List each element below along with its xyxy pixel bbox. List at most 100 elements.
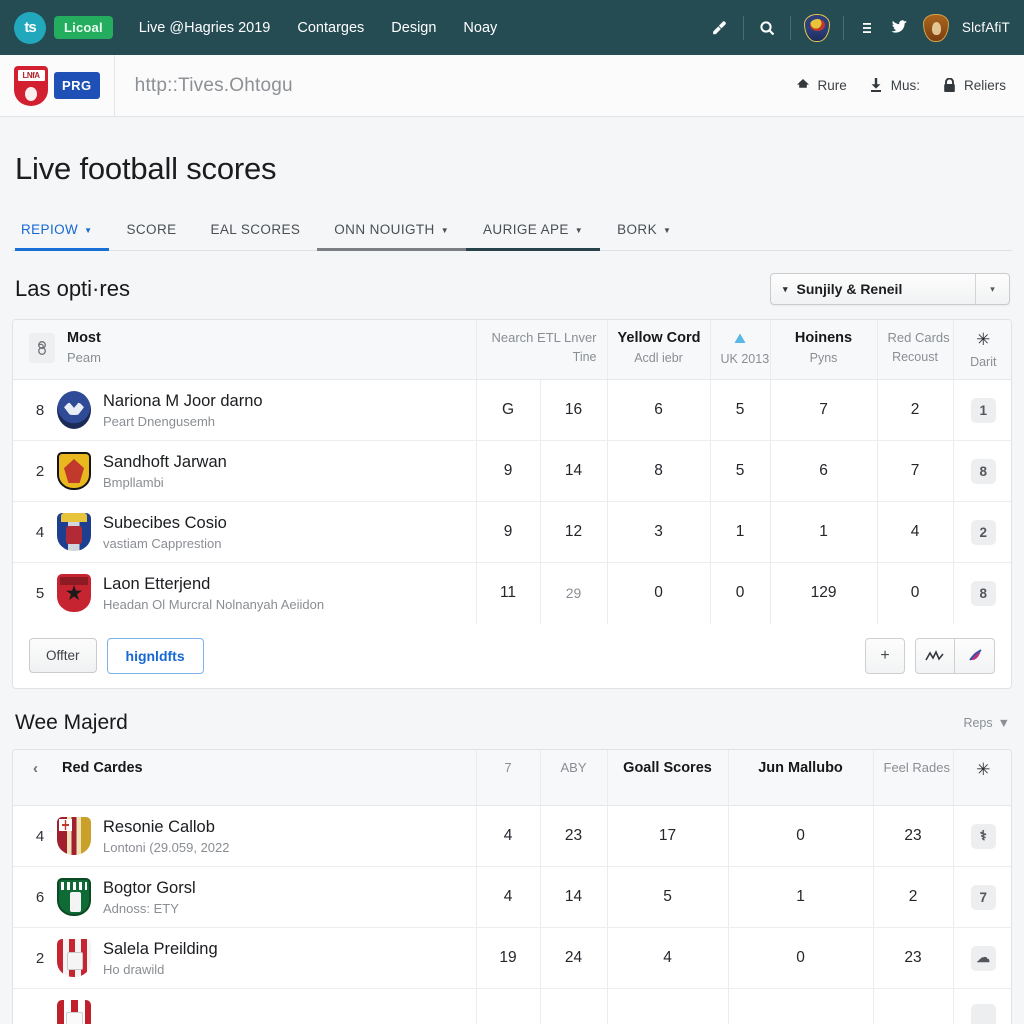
table-row[interactable]: 2 Salela Preilding Ho drawild 19 24 4 0 …: [13, 927, 1011, 989]
section1-col-4[interactable]: Hoinens Pyns: [770, 320, 878, 380]
shield-logo-icon[interactable]: LNfA: [14, 65, 48, 106]
section2-col-2[interactable]: ABY: [540, 749, 608, 806]
url-action-lock[interactable]: Reliers: [942, 78, 1006, 93]
table-row[interactable]: 5 Laon Etterjend Headan Ol Murcral Nolna…: [13, 562, 1011, 624]
section1-col-1-line2: Tine: [572, 350, 597, 364]
section2-col-team[interactable]: ‹ Red Cardes: [13, 749, 477, 806]
nav-divider-3: [842, 15, 844, 40]
dropdown-toggle-icon[interactable]: ▾: [975, 274, 1009, 304]
section2-table: ‹ Red Cardes 7 ABY Goall Scores Jun Mall…: [13, 749, 1011, 1024]
row-value-4: 6: [770, 440, 878, 502]
row-value-4: 2: [873, 866, 954, 928]
footer-icon-group: [915, 637, 995, 674]
chevron-left-icon[interactable]: ‹: [33, 760, 38, 777]
section2-col-4[interactable]: Jun Mallubo: [728, 749, 874, 806]
offter-button[interactable]: Offter: [29, 638, 97, 673]
section2-col-3[interactable]: Goall Scores: [607, 749, 729, 806]
prg-logo-badge[interactable]: PRG: [54, 72, 100, 99]
tab-aurige-ape[interactable]: AURIGE APE ▼: [466, 209, 601, 251]
row-value-1: 14: [540, 866, 608, 928]
row-rank: 8: [35, 401, 45, 419]
row-pill[interactable]: 7: [970, 884, 996, 910]
url-action-lock-label: Reliers: [963, 78, 1006, 93]
row-value-1: 16: [540, 379, 608, 441]
row-value-2: 5: [607, 866, 729, 928]
nav-link-1[interactable]: Contarges: [297, 20, 364, 36]
section2-col-1[interactable]: 7: [476, 749, 541, 806]
brand-logo[interactable]: ts Licoal: [14, 11, 113, 44]
section1-col-5[interactable]: Red Cards Recoust: [877, 320, 954, 380]
section1-card-footer: Offter hignldfts +: [13, 623, 1011, 688]
twitter-icon[interactable]: [890, 18, 910, 38]
table-row[interactable]: 4 Resonie Callob Lontoni (29.059, 2022 4…: [13, 805, 1011, 867]
row-pill[interactable]: [970, 1004, 996, 1024]
tab-bork[interactable]: BORK ▼: [600, 209, 688, 250]
url-action-download[interactable]: Mus:: [869, 78, 920, 93]
url-actions: Rure Mus: Reliers: [795, 78, 1024, 93]
section1-col-1-line1: Nearch ETL Lnver: [491, 330, 597, 345]
section1-col-6[interactable]: ✳ Darit: [953, 320, 1011, 380]
tab-eal-scores[interactable]: EAL SCORES: [194, 209, 318, 250]
section2-col-5-label: Feel Rades: [883, 759, 950, 775]
tab-onn-nouigth-label: ONN NOUIGTH: [334, 222, 435, 237]
tab-score[interactable]: SCORE: [109, 209, 193, 250]
url-action-download-label: Mus:: [890, 78, 920, 93]
nav-link-3[interactable]: Noay: [463, 20, 497, 36]
url-action-share[interactable]: Rure: [795, 78, 847, 93]
row-pill[interactable]: ☁: [970, 945, 996, 971]
section1-col-2[interactable]: Yellow Cord Acdl iebr: [607, 320, 711, 380]
team-crest-icon: [57, 391, 91, 429]
hamburger-icon[interactable]: [857, 18, 877, 38]
highlights-button[interactable]: hignldfts: [106, 637, 204, 674]
row-value-0: 9: [476, 440, 541, 502]
section2-reps-link[interactable]: Reps ▼: [963, 716, 1010, 730]
tab-underline: [466, 248, 601, 251]
section1-col-3[interactable]: ⛰ UK 2013: [710, 320, 771, 380]
club-crest-icon-2[interactable]: [922, 13, 949, 42]
row-value-3: [728, 988, 874, 1024]
add-button[interactable]: +: [865, 637, 905, 674]
team-subtitle: Headan Ol Murcral Nolnanyah Aeiidon: [103, 596, 325, 612]
tab-aurige-ape-label: AURIGE APE: [483, 222, 569, 237]
share-icon[interactable]: [955, 637, 995, 674]
team-subtitle: Bmpllambi: [103, 474, 164, 490]
section2-col-5[interactable]: Feel Rades: [873, 749, 954, 806]
row-value-0: 4: [476, 866, 541, 928]
tab-underline: [15, 248, 110, 251]
section2-col-4-label: Jun Mallubo: [758, 759, 843, 776]
team-name: Subecibes Cosio: [103, 513, 227, 532]
club-crest-icon-1[interactable]: [803, 13, 830, 42]
row-pill[interactable]: 8: [970, 580, 996, 606]
row-pill[interactable]: 2: [970, 519, 996, 545]
table-row[interactable]: 2 Sandhoft Jarwan Bmpllambi 9 14 8 5 6 7…: [13, 440, 1011, 502]
team-subtitle: Peart Dnengusemh: [103, 413, 216, 429]
search-icon[interactable]: [757, 18, 777, 38]
chevron-down-icon: ▼: [440, 226, 450, 235]
tab-onn-nouigth[interactable]: ONN NOUIGTH ▼: [317, 209, 467, 251]
tab-repiow[interactable]: REPIOW ▼: [15, 209, 110, 251]
table-row[interactable]: [13, 988, 1011, 1024]
table-row[interactable]: 4 Subecibes Cosio vastiam Capprestion 9 …: [13, 501, 1011, 563]
section1-col-1[interactable]: Nearch ETL Lnver Tine: [476, 320, 608, 380]
section2-title: Wee Majerd: [15, 710, 128, 734]
chevron-down-icon: ▼: [997, 715, 1010, 730]
nav-link-0[interactable]: Live @Hagries 2019: [139, 20, 271, 36]
section1-col-team[interactable]: Most Peam: [13, 320, 477, 380]
chevron-down-icon: ▼: [662, 226, 672, 235]
row-pill[interactable]: ⚕: [970, 823, 996, 849]
url-text[interactable]: http::Tives.Ohtogu: [115, 75, 796, 97]
row-team-cell: 5 Laon Etterjend Headan Ol Murcral Nolna…: [13, 562, 477, 624]
section1-filter-dropdown[interactable]: ▾ Sunjily & Reneil ▾: [770, 273, 1010, 305]
row-pill[interactable]: 1: [970, 397, 996, 423]
chart-icon[interactable]: [915, 637, 955, 674]
section1-table: Most Peam Nearch ETL Lnver Tine Yellow C…: [13, 320, 1011, 624]
row-value-4: 23: [873, 805, 954, 867]
shield-logo-band: LNfA: [17, 69, 45, 81]
table-row[interactable]: 6 Bogtor Gorsl Adnoss: ETY 4 14 5 1 2 7: [13, 866, 1011, 928]
row-pill[interactable]: 8: [970, 458, 996, 484]
microphone-icon[interactable]: [710, 18, 730, 38]
team-crest-icon: [57, 1000, 91, 1024]
nav-link-2[interactable]: Design: [391, 20, 436, 36]
table-row[interactable]: 8 Nariona M Joor darno Peart Dnengusemh …: [13, 379, 1011, 441]
section2-col-6[interactable]: ✳: [953, 749, 1011, 806]
